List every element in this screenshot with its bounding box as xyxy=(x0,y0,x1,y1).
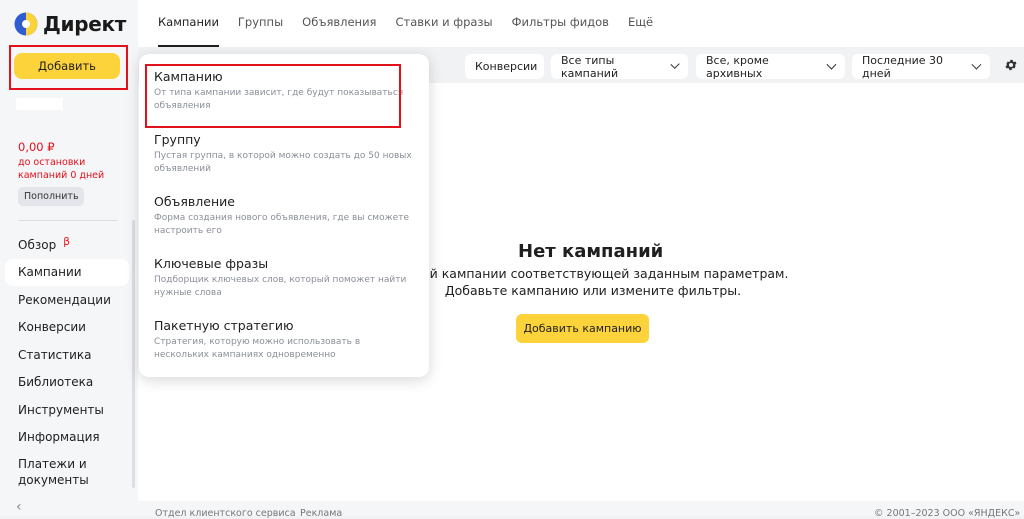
sidebar-item-label: Библиотека xyxy=(18,375,94,390)
tab-feed-filters[interactable]: Фильтры фидов xyxy=(512,0,609,45)
sidebar-nav: Обзор β Кампании Рекомендации Конверсии … xyxy=(5,231,129,490)
sidebar-item-library[interactable]: Библиотека xyxy=(5,369,129,397)
menu-item-description: Форма создания нового объявления, где вы… xyxy=(154,213,409,236)
empty-state-line: Добавьте кампанию или измените фильтры. xyxy=(444,283,742,298)
empty-state-title: Нет кампаний xyxy=(518,241,664,262)
menu-item-package-strategy[interactable]: Пакетную стратегию Стратегия, которую мо… xyxy=(154,318,414,361)
balance-block: 0,00 ₽ до остановки кампаний 0 дней xyxy=(18,140,108,182)
balance-note: до остановки кампаний 0 дней xyxy=(18,157,105,181)
filter-label: Все, кроме архивных xyxy=(706,53,769,80)
filter-label: Последние 30 дней xyxy=(862,53,944,80)
menu-item-title: Пакетную стратегию xyxy=(154,318,294,333)
menu-item-title: Группу xyxy=(154,132,201,147)
menu-item-description: От типа кампании зависит, где будут пока… xyxy=(154,88,404,111)
section-tabs: Кампании Группы Объявления Ставки и фраз… xyxy=(158,0,672,47)
sidebar-item-label: Платежи и документы xyxy=(18,457,89,487)
sidebar-item-label: Инструменты xyxy=(18,402,104,417)
chevron-down-icon xyxy=(670,59,680,70)
logo-text: Директ xyxy=(43,12,127,36)
campaign-types-dropdown[interactable]: Все типы кампаний xyxy=(551,53,688,80)
menu-item-campaign[interactable]: Кампанию От типа кампании зависит, где б… xyxy=(154,69,414,112)
conversions-filter-button[interactable]: Конверсии xyxy=(465,54,544,79)
sidebar-item-campaigns[interactable]: Кампании xyxy=(5,258,129,286)
sidebar-item-tools[interactable]: Инструменты xyxy=(5,396,129,424)
tab-groups[interactable]: Группы xyxy=(238,0,283,45)
logo[interactable]: Директ xyxy=(14,11,126,37)
sidebar-item-label: Статистика xyxy=(18,347,92,362)
menu-item-description: Стратегия, которую можно использовать в … xyxy=(154,337,361,360)
period-dropdown[interactable]: Последние 30 дней xyxy=(852,53,990,80)
sidebar-item-label: Кампании xyxy=(18,265,82,280)
top-header: Кампании Группы Объявления Ставки и фраз… xyxy=(138,0,1024,47)
sidebar-divider xyxy=(18,220,118,221)
menu-item-keywords[interactable]: Ключевые фразы Подборщик ключевых слов, … xyxy=(154,256,414,299)
menu-item-ad[interactable]: Объявление Форма создания нового объявле… xyxy=(154,194,414,237)
chevron-left-icon[interactable]: ‹ xyxy=(16,499,22,515)
menu-item-title: Объявление xyxy=(154,194,235,209)
menu-item-title: Ключевые фразы xyxy=(154,256,269,271)
chevron-down-icon xyxy=(971,59,982,70)
beta-badge: β xyxy=(63,235,70,248)
sidebar-scrollbar[interactable] xyxy=(132,220,135,488)
add-campaign-button[interactable]: Добавить кампанию xyxy=(516,314,649,343)
sidebar: Директ Добавить 0,00 ₽ до остановки камп… xyxy=(0,0,138,516)
menu-item-title: Кампанию xyxy=(154,69,223,84)
user-login-redacted xyxy=(16,98,63,110)
topup-button[interactable]: Пополнить xyxy=(18,187,84,206)
footer: Отдел клиентского сервиса Реклама © 2001… xyxy=(138,501,1024,519)
sidebar-item-label: Информация xyxy=(18,430,100,445)
filter-label: Конверсии xyxy=(475,60,538,73)
sidebar-item-payments[interactable]: Платежи и документы xyxy=(5,451,129,490)
tab-ads[interactable]: Объявления xyxy=(302,0,376,45)
chevron-down-icon xyxy=(826,59,837,70)
footer-support-link[interactable]: Отдел клиентского сервиса xyxy=(155,508,296,519)
sidebar-item-label: Обзор xyxy=(18,237,57,252)
menu-item-description: Пустая группа, в которой можно создать д… xyxy=(154,151,412,174)
add-dropdown-menu: Кампанию От типа кампании зависит, где б… xyxy=(139,54,429,377)
empty-state-description: одной кампании соответствующей заданным … xyxy=(368,265,818,299)
sidebar-item-information[interactable]: Информация xyxy=(5,424,129,452)
sidebar-item-recommendations[interactable]: Рекомендации xyxy=(5,286,129,314)
footer-ads-link[interactable]: Реклама xyxy=(300,508,342,519)
menu-item-group[interactable]: Группу Пустая группа, в которой можно со… xyxy=(154,132,414,175)
sidebar-item-conversions[interactable]: Конверсии xyxy=(5,314,129,342)
balance-amount: 0,00 ₽ xyxy=(18,140,55,154)
sidebar-item-statistics[interactable]: Статистика xyxy=(5,341,129,369)
sidebar-item-label: Конверсии xyxy=(18,320,86,335)
filter-label: Все типы кампаний xyxy=(561,53,619,80)
footer-copyright: © 2001–2023 ООО «ЯНДЕКС» xyxy=(874,508,1021,519)
tab-more[interactable]: Ещё xyxy=(628,0,653,45)
tab-campaigns[interactable]: Кампании xyxy=(158,0,219,47)
yandex-direct-logo-icon xyxy=(14,12,38,36)
empty-state-line: одной кампании соответствующей заданным … xyxy=(397,266,789,281)
archive-filter-dropdown[interactable]: Все, кроме архивных xyxy=(696,53,845,80)
add-button[interactable]: Добавить xyxy=(14,53,120,79)
sidebar-item-label: Рекомендации xyxy=(18,292,111,307)
sidebar-item-overview[interactable]: Обзор β xyxy=(5,231,129,259)
tab-bids-phrases[interactable]: Ставки и фразы xyxy=(395,0,492,45)
gear-icon[interactable] xyxy=(1004,58,1018,72)
menu-item-description: Подборщик ключевых слов, который поможет… xyxy=(154,275,407,298)
